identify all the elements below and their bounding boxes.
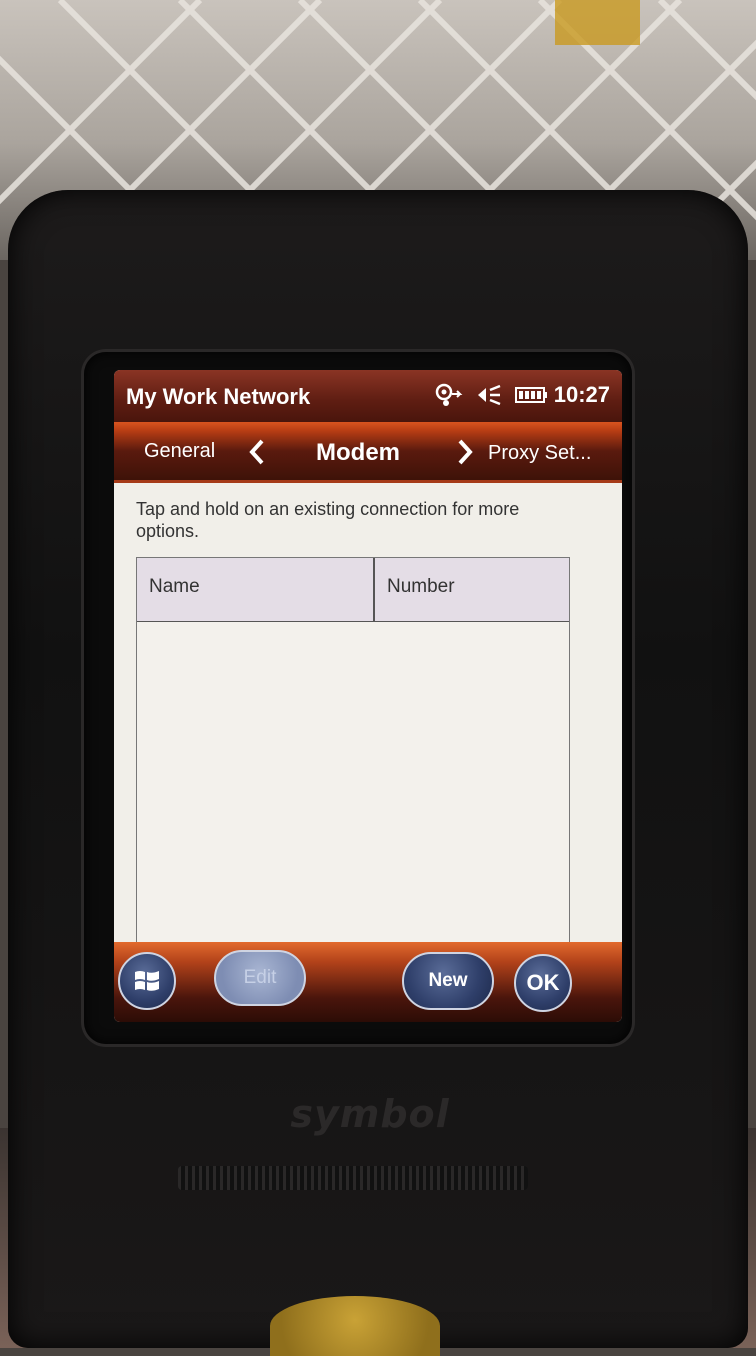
instruction-text: Tap and hold on an existing connection f… <box>136 499 520 541</box>
start-button[interactable] <box>118 952 176 1010</box>
column-header-name[interactable]: Name <box>137 558 375 622</box>
status-area: 10:27 <box>434 382 610 408</box>
window-title: My Work Network <box>126 384 311 409</box>
speaker-grille <box>178 1166 528 1190</box>
clock[interactable]: 10:27 <box>554 382 610 408</box>
tab-general[interactable]: General <box>144 440 215 463</box>
title-bar: My Work Network 10:27 <box>114 370 622 422</box>
device-screen: My Work Network 10:27 General Modem Prox… <box>114 370 622 1022</box>
tab-proxy-settings[interactable]: Proxy Set... <box>488 442 591 465</box>
column-header-number[interactable]: Number <box>375 558 569 622</box>
softkey-bar: Edit New OK <box>114 942 622 1022</box>
new-button[interactable]: New <box>402 952 494 1010</box>
connection-list[interactable]: Name Number <box>136 557 570 943</box>
battery-icon[interactable] <box>514 382 547 408</box>
chevron-right-icon[interactable] <box>454 438 476 466</box>
speaker-muted-icon[interactable] <box>474 382 504 408</box>
network-sync-icon[interactable] <box>434 382 464 408</box>
edit-button[interactable]: Edit <box>214 950 306 1006</box>
chevron-left-icon[interactable] <box>246 438 268 466</box>
windows-start-icon <box>135 971 159 991</box>
scan-trigger-key[interactable] <box>270 1296 440 1356</box>
tab-bar: General Modem Proxy Set... <box>114 422 622 483</box>
device-brand-logo: symbol <box>290 1092 450 1136</box>
tab-modem: Modem <box>316 439 400 466</box>
ok-button[interactable]: OK <box>514 954 572 1012</box>
